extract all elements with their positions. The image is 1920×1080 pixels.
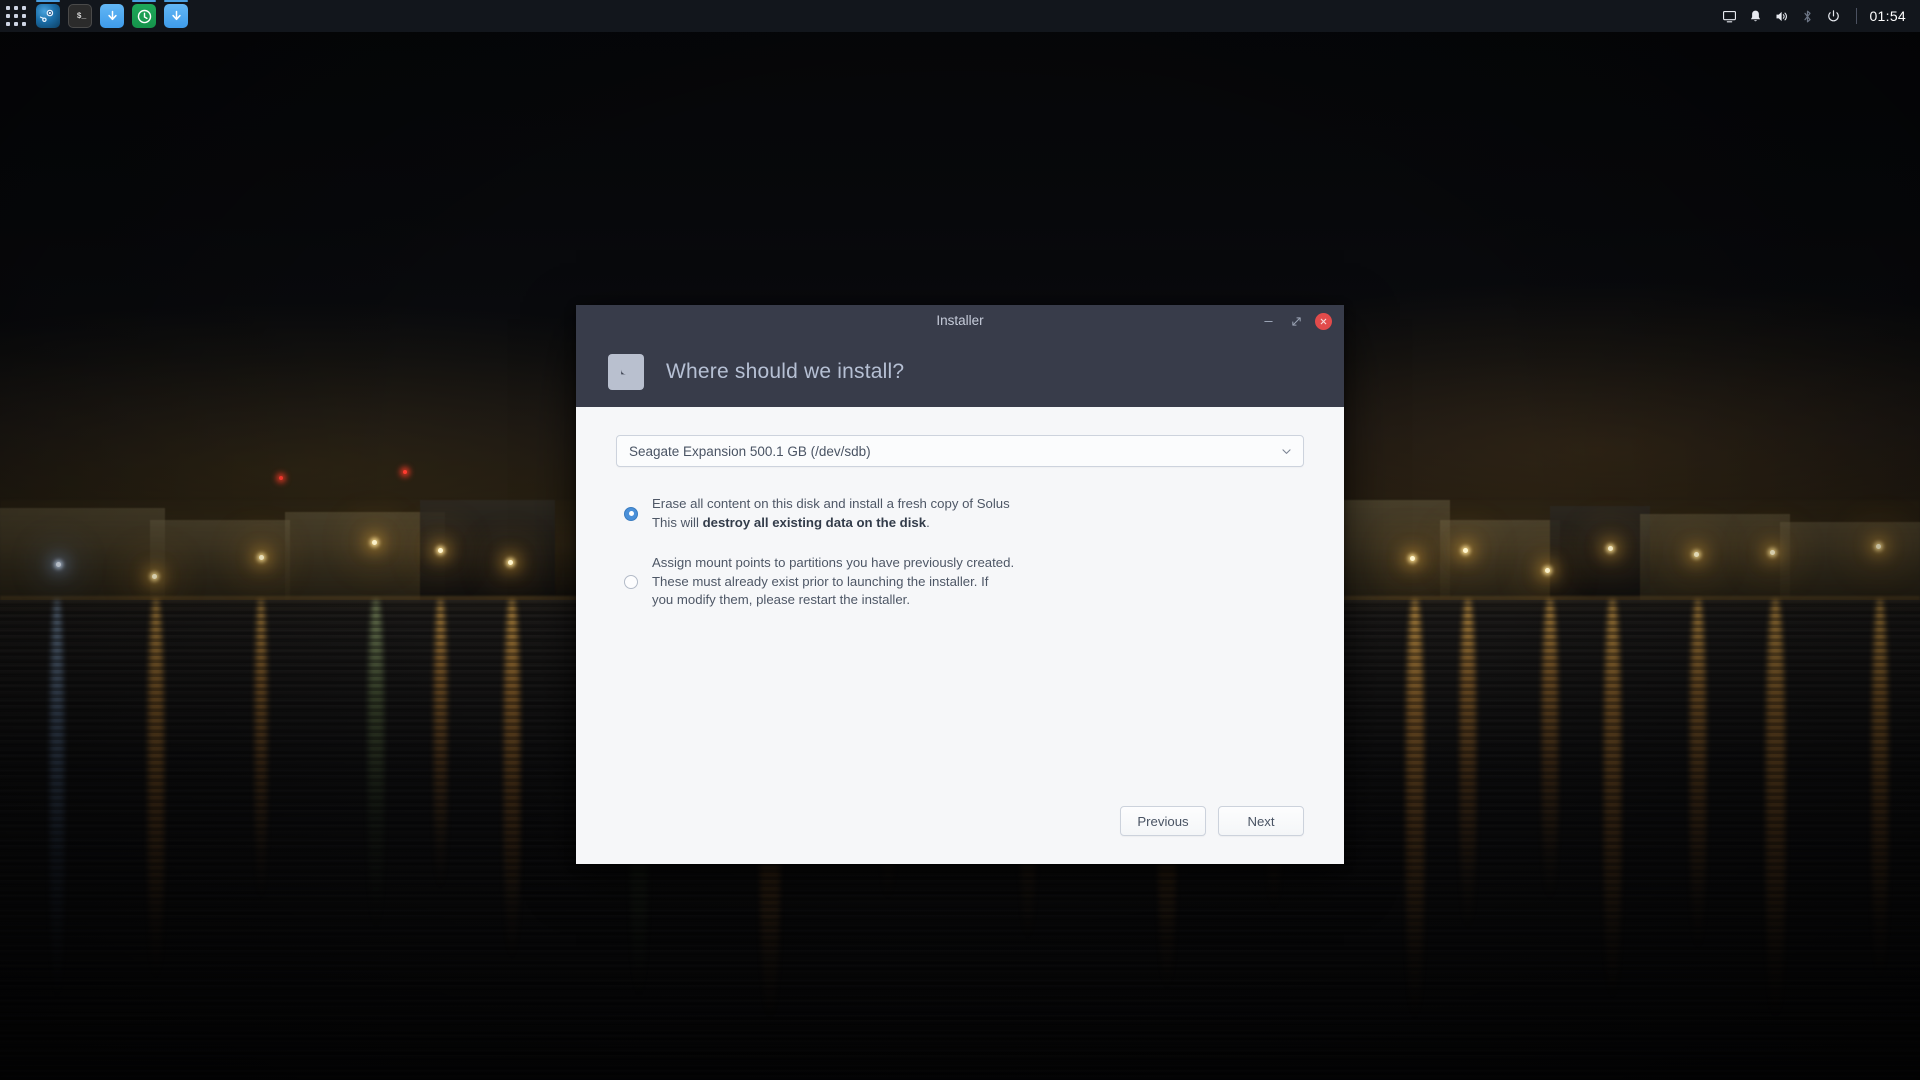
erase-line-2-bold: destroy all existing data on the disk xyxy=(703,515,927,530)
window-titlebar[interactable]: Installer xyxy=(576,305,1344,337)
disk-select-value: Seagate Expansion 500.1 GB (/dev/sdb) xyxy=(629,444,1279,459)
option-erase-disk[interactable]: Erase all content on this disk and insta… xyxy=(616,495,1304,532)
maximize-button[interactable] xyxy=(1287,312,1305,330)
install-mode-options: Erase all content on this disk and insta… xyxy=(616,495,1304,610)
download-arrow-icon xyxy=(100,4,124,28)
chevron-down-icon xyxy=(1279,444,1293,458)
download-arrow-icon xyxy=(164,4,188,28)
assign-line-2: These must already exist prior to launch… xyxy=(652,574,988,589)
launcher-steam[interactable] xyxy=(32,0,64,32)
next-button[interactable]: Next xyxy=(1218,806,1304,836)
desktop: $_ xyxy=(0,0,1920,1080)
hard-disk-icon xyxy=(608,354,644,390)
notifications-bell-icon[interactable] xyxy=(1742,0,1768,32)
launcher-download-2[interactable] xyxy=(160,0,192,32)
dialog-footer: Previous Next xyxy=(1120,806,1304,836)
panel-launchers: $_ xyxy=(0,0,192,32)
running-indicator xyxy=(164,0,188,2)
power-icon[interactable] xyxy=(1820,0,1846,32)
installer-window: Installer xyxy=(576,305,1344,864)
option-assign-mount-points[interactable]: Assign mount points to partitions you ha… xyxy=(616,554,1304,610)
radio-erase-disk[interactable] xyxy=(624,507,638,521)
radio-assign-mount-points[interactable] xyxy=(624,575,638,589)
assign-line-1: Assign mount points to partitions you ha… xyxy=(652,555,1014,570)
volume-icon[interactable] xyxy=(1768,0,1794,32)
minimize-button[interactable] xyxy=(1259,312,1277,330)
disk-select[interactable]: Seagate Expansion 500.1 GB (/dev/sdb) xyxy=(616,435,1304,467)
erase-line-2-prefix: This will xyxy=(652,515,703,530)
dialog-body: Seagate Expansion 500.1 GB (/dev/sdb) Er… xyxy=(576,407,1344,864)
option-assign-mount-points-label: Assign mount points to partitions you ha… xyxy=(652,554,1014,610)
app-grid-button[interactable] xyxy=(0,0,32,32)
steam-icon xyxy=(36,4,60,28)
page-title: Where should we install? xyxy=(666,360,904,384)
window-controls xyxy=(1259,312,1344,330)
display-icon[interactable] xyxy=(1716,0,1742,32)
launcher-terminal[interactable]: $_ xyxy=(64,0,96,32)
bluetooth-icon[interactable] xyxy=(1794,0,1820,32)
erase-line-1: Erase all content on this disk and insta… xyxy=(652,496,1010,511)
window-title: Installer xyxy=(576,305,1344,337)
launcher-browser[interactable] xyxy=(128,0,160,32)
close-button[interactable] xyxy=(1315,313,1332,330)
terminal-icon: $_ xyxy=(68,4,92,28)
previous-button[interactable]: Previous xyxy=(1120,806,1206,836)
browser-icon xyxy=(132,4,156,28)
tray-separator xyxy=(1856,8,1857,24)
running-indicator xyxy=(132,0,156,2)
running-indicator xyxy=(36,0,60,2)
system-tray: 01:54 xyxy=(1716,0,1920,32)
top-panel: $_ xyxy=(0,0,1920,32)
clock[interactable]: 01:54 xyxy=(1867,8,1906,24)
close-icon xyxy=(1319,317,1328,326)
erase-line-2-suffix: . xyxy=(926,515,930,530)
assign-line-3: you modify them, please restart the inst… xyxy=(652,592,910,607)
option-erase-disk-label: Erase all content on this disk and insta… xyxy=(652,495,1010,532)
launcher-download-1[interactable] xyxy=(96,0,128,32)
dialog-header: Where should we install? xyxy=(576,337,1344,407)
